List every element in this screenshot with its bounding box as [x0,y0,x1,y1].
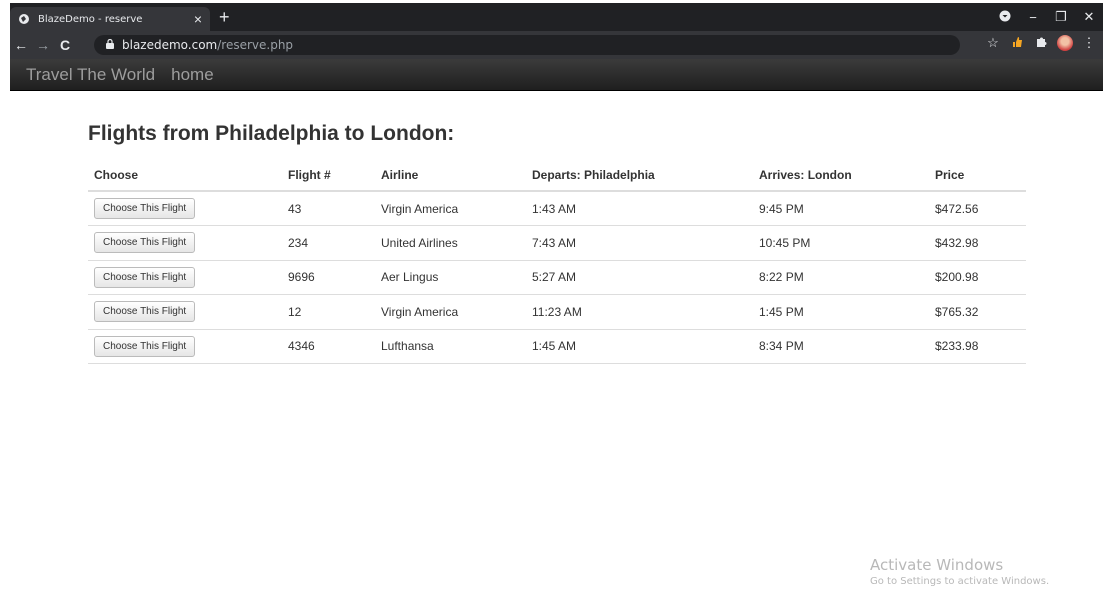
activate-windows-watermark: Activate Windows Go to Settings to activ… [870,556,1049,587]
choose-flight-button[interactable]: Choose This Flight [94,198,196,219]
choose-flight-button[interactable]: Choose This Flight [94,232,196,254]
price: $200.98 [929,260,1026,295]
home-link[interactable]: home [171,65,214,85]
thumbs-up-extension-icon[interactable] [1009,36,1025,51]
globe-icon [18,13,30,25]
flight-number: 234 [282,225,375,261]
browser-menu-icon[interactable]: ⋮ [1081,35,1097,51]
flight-number: 43 [282,191,375,226]
flight-number: 9696 [282,260,375,295]
extensions-area: ☆ ⋮ [985,35,1097,51]
main-content: Flights from Philadelphia to London: Cho… [88,122,1026,364]
airline: Lufthansa [375,329,526,364]
lock-icon [106,38,114,52]
flights-table: Choose Flight # Airline Departs: Philade… [88,160,1026,364]
airline: Virgin America [375,294,526,330]
price: $432.98 [929,225,1026,261]
arrival-time: 10:45 PM [753,225,929,261]
flight-number: 4346 [282,329,375,364]
header-airline: Airline [375,160,526,192]
forward-button[interactable]: → [32,37,54,53]
choose-cell: Choose This Flight [88,294,282,330]
departure-time: 5:27 AM [526,260,753,295]
flight-number: 12 [282,294,375,330]
table-row: Choose This Flight 234 United Airlines 7… [88,225,1026,261]
header-arrives: Arrives: London [753,160,929,192]
browser-window: BlazeDemo - reserve × + − ❐ ✕ ← → C blaz… [10,3,1103,91]
profile-avatar[interactable] [1057,35,1073,51]
brand-link[interactable]: Travel The World [26,65,155,85]
table-row: Choose This Flight 12 Virgin America 11:… [88,294,1026,330]
url-host: blazedemo.com [122,38,218,52]
choose-cell: Choose This Flight [88,260,282,295]
choose-flight-button[interactable]: Choose This Flight [94,266,196,288]
minimize-button[interactable]: − [1019,10,1047,25]
profile-dropdown-icon[interactable] [991,10,1019,25]
table-header-row: Choose Flight # Airline Departs: Philade… [88,160,1026,192]
window-controls: − ❐ ✕ [991,3,1103,31]
departure-time: 1:43 AM [526,191,753,226]
price: $233.98 [929,329,1026,364]
tab-close-icon[interactable]: × [194,11,202,27]
watermark-title: Activate Windows [870,556,1004,574]
header-choose: Choose [88,160,282,192]
header-flight: Flight # [282,160,375,192]
table-row: Choose This Flight 4346 Lufthansa 1:45 A… [88,329,1026,364]
reload-button[interactable]: C [54,37,76,53]
site-navbar: Travel The World home [10,59,1103,91]
close-window-button[interactable]: ✕ [1075,9,1103,25]
arrival-time: 1:45 PM [753,294,929,330]
airline: United Airlines [375,225,526,261]
back-button[interactable]: ← [10,37,32,53]
airline: Virgin America [375,191,526,226]
departure-time: 7:43 AM [526,225,753,261]
choose-flight-button[interactable]: Choose This Flight [94,335,196,357]
url-input[interactable]: blazedemo.com/reserve.php [94,35,960,55]
choose-cell: Choose This Flight [88,225,282,261]
bookmark-star-icon[interactable]: ☆ [985,35,1001,51]
url-path: /reserve.php [217,38,294,52]
header-price: Price [929,160,1026,192]
choose-cell: Choose This Flight [88,191,282,226]
address-bar: ← → C blazedemo.com/reserve.php ☆ ⋮ [10,31,1103,59]
puzzle-extensions-icon[interactable] [1033,36,1049,51]
watermark-subtitle: Go to Settings to activate Windows. [870,576,1050,587]
table-row: Choose This Flight 43 Virgin America 1:4… [88,191,1026,226]
new-tab-button[interactable]: + [219,8,230,26]
page-title: Flights from Philadelphia to London: [88,122,455,145]
header-departs: Departs: Philadelphia [526,160,753,192]
arrival-time: 8:22 PM [753,260,929,295]
arrival-time: 8:34 PM [753,329,929,364]
choose-flight-button[interactable]: Choose This Flight [94,301,196,323]
departure-time: 11:23 AM [526,294,753,330]
browser-tab[interactable]: BlazeDemo - reserve × [10,7,210,31]
arrival-time: 9:45 PM [753,191,929,226]
tab-title: BlazeDemo - reserve [38,13,143,25]
price: $765.32 [929,294,1026,330]
departure-time: 1:45 AM [526,329,753,364]
table-row: Choose This Flight 9696 Aer Lingus 5:27 … [88,260,1026,295]
maximize-button[interactable]: ❐ [1047,9,1075,25]
tab-bar: BlazeDemo - reserve × + − ❐ ✕ [10,3,1103,31]
choose-cell: Choose This Flight [88,329,282,364]
airline: Aer Lingus [375,260,526,295]
price: $472.56 [929,191,1026,226]
